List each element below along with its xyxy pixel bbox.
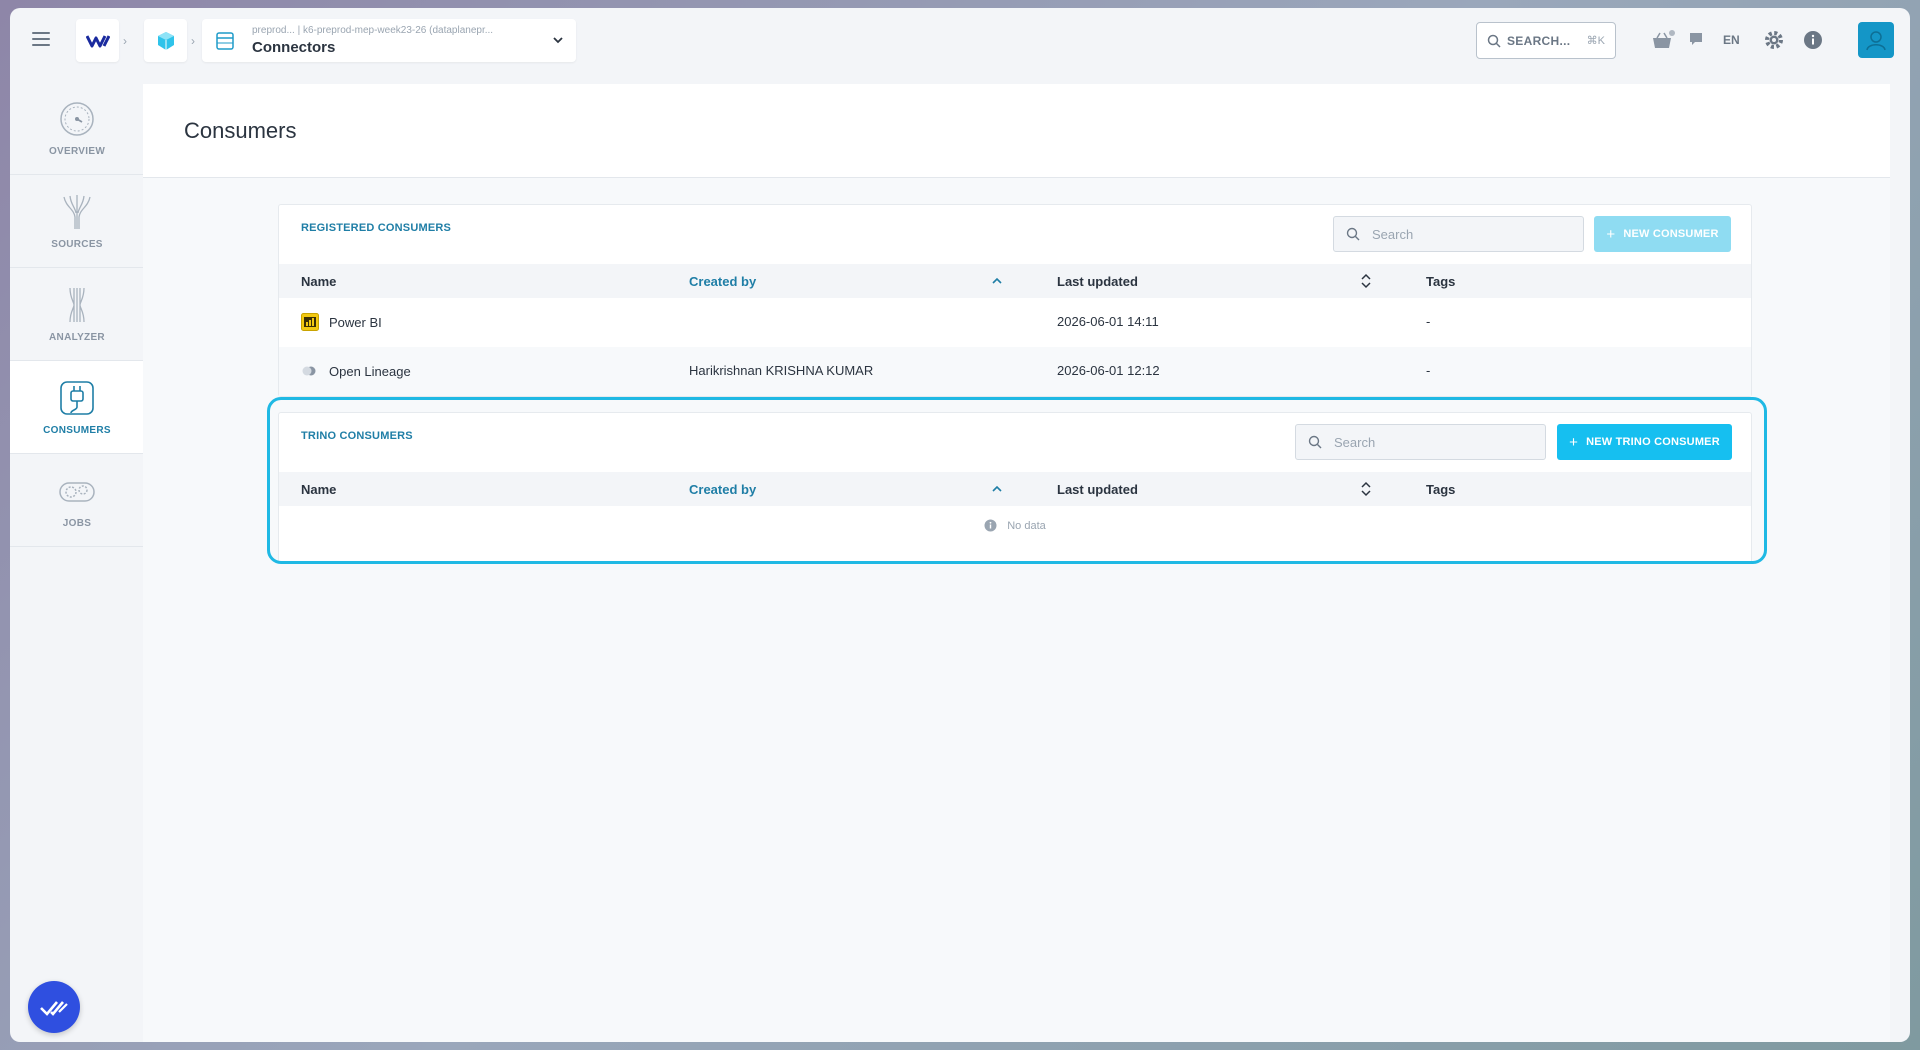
panel-title: REGISTERED CONSUMERS: [301, 222, 452, 234]
sidebar-item-consumers[interactable]: CONSUMERS: [10, 361, 148, 454]
sources-icon: [63, 194, 91, 229]
sidebar-item-label: ANALYZER: [49, 331, 105, 343]
double-check-icon: [40, 1001, 68, 1016]
page-title: Consumers: [184, 117, 297, 143]
column-header-name[interactable]: Name: [301, 274, 336, 289]
table-row[interactable]: Power BI 2026-06-01 14:11 -: [279, 298, 1751, 347]
name-cell: Open Lineage: [301, 362, 411, 380]
sort-ascending-icon[interactable]: [991, 276, 1003, 286]
new-consumer-button[interactable]: + NEW CONSUMER: [1594, 216, 1731, 252]
assistant-button[interactable]: [28, 981, 80, 1033]
menu-icon[interactable]: [32, 32, 50, 46]
workspace-button[interactable]: [144, 19, 187, 62]
column-header-tags: Tags: [1426, 274, 1456, 289]
gear-icon[interactable]: [1763, 29, 1785, 51]
language-selector[interactable]: EN: [1723, 33, 1740, 47]
breadcrumb-separator-icon: ›: [123, 34, 127, 48]
breadcrumb-separator-icon: ›: [191, 34, 195, 48]
sidebar-item-overview[interactable]: OVERVIEW: [10, 82, 144, 175]
sidebar-item-label: CONSUMERS: [43, 424, 111, 436]
panel-title: TRINO CONSUMERS: [301, 430, 413, 442]
last-updated-cell: 2026-06-01 14:11: [1057, 314, 1159, 329]
user-icon: [1866, 31, 1886, 51]
gears-icon: [59, 481, 95, 502]
search-placeholder: Search: [1334, 434, 1376, 450]
gauge-icon: [60, 101, 94, 136]
sidebar-item-analyzer[interactable]: ANALYZER: [10, 268, 144, 361]
plus-icon: +: [1606, 225, 1616, 243]
top-bar: › › preprod... | k6-preprod-mep-week23-2…: [10, 8, 1910, 82]
sort-icon[interactable]: [1360, 481, 1372, 497]
empty-state-text: No data: [1007, 519, 1046, 532]
cube-icon: [157, 31, 174, 50]
openlineage-icon: [301, 362, 319, 380]
new-trino-consumer-button[interactable]: + NEW TRINO CONSUMER: [1557, 424, 1732, 460]
search-icon: [1487, 34, 1501, 48]
sidebar-item-jobs[interactable]: JOBS: [10, 454, 144, 547]
search-placeholder: Search: [1372, 226, 1414, 242]
column-header-last-updated[interactable]: Last updated: [1057, 482, 1138, 497]
breadcrumb-project-selector[interactable]: preprod... | k6-preprod-mep-week23-26 (d…: [202, 19, 576, 62]
sort-icon[interactable]: [1360, 273, 1372, 289]
sort-ascending-icon[interactable]: [991, 484, 1003, 494]
plus-icon: +: [1569, 433, 1579, 451]
powerbi-icon: [301, 313, 319, 331]
empty-state: No data: [279, 519, 1751, 532]
info-icon[interactable]: [1803, 30, 1823, 50]
trino-search-input[interactable]: Search: [1295, 424, 1546, 460]
app-window: › › preprod... | k6-preprod-mep-week23-2…: [10, 8, 1910, 1042]
global-search-input[interactable]: SEARCH... ⌘K: [1476, 22, 1616, 59]
search-icon: [1346, 227, 1360, 241]
info-icon: [984, 519, 997, 532]
table-header: Name Created by Last updated Tags: [279, 264, 1751, 298]
last-updated-cell: 2026-06-01 12:12: [1057, 363, 1160, 378]
main-content: Consumers REGISTERED CONSUMERS Search + …: [143, 84, 1890, 1042]
table-header: Name Created by Last updated Tags: [279, 472, 1751, 506]
created-by-cell: Harikrishnan KRISHNA KUMAR: [689, 363, 874, 378]
column-header-created-by[interactable]: Created by: [689, 482, 756, 497]
tags-cell: -: [1426, 314, 1431, 329]
sidebar-item-label: JOBS: [62, 517, 92, 529]
chevron-down-icon[interactable]: [552, 35, 564, 45]
column-header-tags: Tags: [1426, 482, 1456, 497]
consumer-name: Power BI: [329, 314, 382, 330]
basket-icon[interactable]: [1650, 28, 1676, 52]
sidebar-item-label: OVERVIEW: [48, 145, 106, 157]
sidebar-item-sources[interactable]: SOURCES: [10, 175, 144, 268]
search-shortcut: ⌘K: [1586, 35, 1605, 47]
analyzer-icon: [69, 287, 85, 322]
database-icon: [216, 31, 234, 50]
breadcrumb-subtitle: preprod... | k6-preprod-mep-week23-26 (d…: [252, 25, 494, 36]
page-header: Consumers: [143, 84, 1890, 178]
avatar[interactable]: [1858, 22, 1894, 58]
trino-consumers-panel: TRINO CONSUMERS Search + NEW TRINO CONSU…: [278, 412, 1752, 563]
logo-icon: [85, 34, 110, 47]
search-icon: [1308, 435, 1322, 449]
global-search-label: SEARCH...: [1507, 33, 1571, 48]
column-header-name[interactable]: Name: [301, 482, 336, 497]
name-cell: Power BI: [301, 313, 382, 331]
sidebar: OVERVIEW SOURCES ANALYZER CONSUMERS JOBS: [10, 82, 148, 547]
column-header-last-updated[interactable]: Last updated: [1057, 274, 1138, 289]
registered-search-input[interactable]: Search: [1333, 216, 1584, 252]
consumer-name: Open Lineage: [329, 363, 411, 379]
button-label: NEW CONSUMER: [1623, 228, 1719, 240]
button-label: NEW TRINO CONSUMER: [1586, 436, 1720, 448]
app-logo-button[interactable]: [76, 19, 119, 62]
tags-cell: -: [1426, 363, 1431, 378]
chat-icon[interactable]: [1688, 31, 1704, 47]
plug-icon: [60, 380, 94, 415]
table-row[interactable]: Open Lineage Harikrishnan KRISHNA KUMAR …: [279, 347, 1751, 396]
sidebar-item-label: SOURCES: [51, 238, 103, 250]
registered-consumers-panel: REGISTERED CONSUMERS Search + NEW CONSUM…: [278, 204, 1752, 397]
column-header-created-by[interactable]: Created by: [689, 274, 756, 289]
breadcrumb-title: Connectors: [252, 39, 336, 56]
